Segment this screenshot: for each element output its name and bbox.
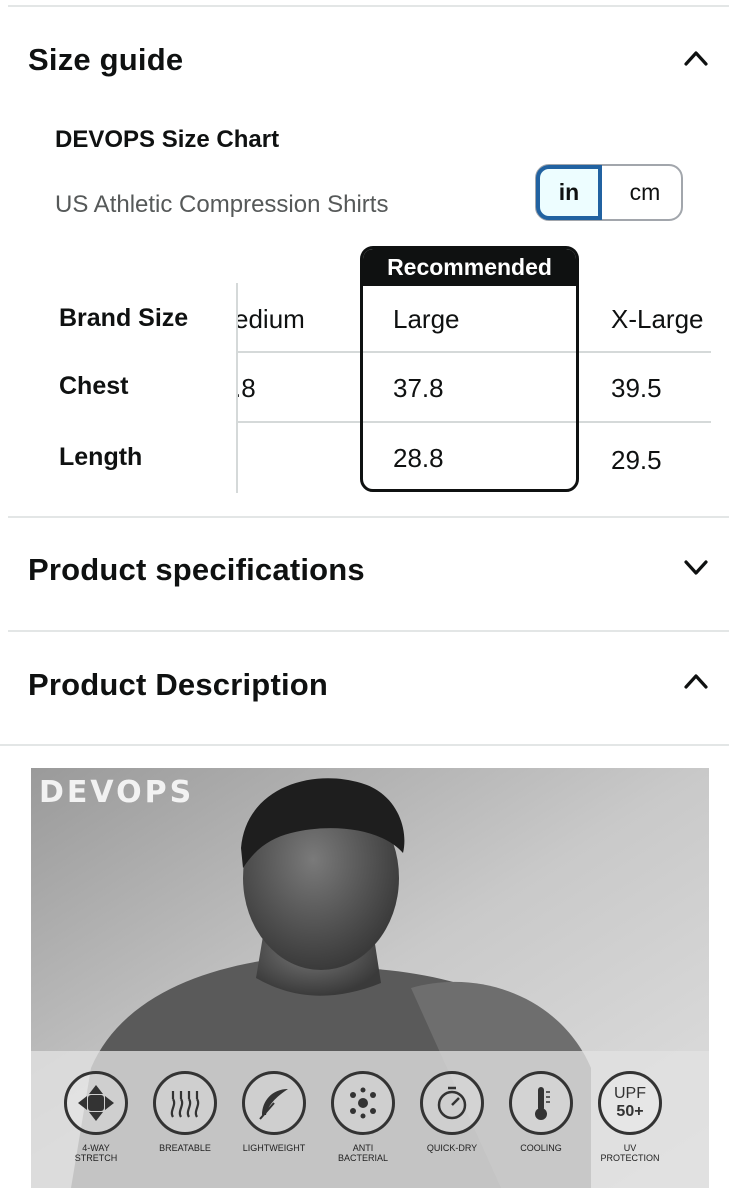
feature-label: ANTI BACTERIAL	[337, 1143, 388, 1163]
product-specifications-header[interactable]: Product specifications	[0, 540, 729, 600]
feature-label: BREATABLE	[159, 1143, 211, 1153]
antibacterial-icon	[331, 1071, 395, 1135]
upf-badge-line1: UPF	[614, 1085, 646, 1102]
chest-medium: .8	[238, 373, 256, 403]
stopwatch-icon	[420, 1071, 484, 1135]
product-specifications-title: Product specifications	[28, 552, 365, 587]
unit-cm-button[interactable]: cm	[607, 166, 683, 219]
product-description-title: Product Description	[28, 667, 329, 702]
four-way-arrows-icon	[64, 1071, 128, 1135]
size-medium: edium	[238, 304, 305, 334]
recommended-badge: Recommended	[363, 249, 576, 286]
feature-uv-protection: UPF 50+ UV PROTECTION	[585, 1071, 675, 1163]
feature-label: UV PROTECTION	[600, 1143, 660, 1163]
size-guide-title: Size guide	[28, 42, 184, 77]
feature-label: LIGHTWEIGHT	[242, 1143, 306, 1153]
upf-badge-line2: 50+	[616, 1103, 644, 1120]
size-large: Large	[393, 304, 460, 334]
section-divider	[8, 630, 729, 632]
feature-stretch: 4-WAY STRETCH	[51, 1071, 141, 1163]
devops-logo: DEVOPS	[39, 775, 194, 810]
feature-breathable: BREATABLE	[140, 1071, 230, 1153]
size-table-scroll[interactable]: edium .8 Recommended Large 37.8 28.8 X-L…	[238, 246, 711, 496]
feature-quick-dry: QUICK-DRY	[407, 1071, 497, 1153]
row-label-length: Length	[59, 443, 143, 471]
chevron-up-icon[interactable]	[681, 667, 711, 697]
section-divider	[0, 744, 729, 746]
chevron-down-icon[interactable]	[681, 552, 711, 582]
top-divider	[8, 5, 729, 7]
row-label-chest: Chest	[59, 372, 129, 400]
feature-label: 4-WAY STRETCH	[74, 1143, 118, 1163]
thermometer-icon	[509, 1071, 573, 1135]
size-chart-title: DEVOPS Size Chart	[55, 126, 280, 153]
unit-in-button[interactable]: in	[536, 165, 602, 220]
product-description-image: DEVOPS 4-WAY STRETCH BREATABLE LIGHTWEIG…	[31, 768, 709, 1188]
size-guide-header[interactable]: Size guide	[0, 30, 729, 90]
length-x-large: 29.5	[611, 445, 662, 475]
section-divider	[8, 516, 729, 518]
feature-label: COOLING	[520, 1143, 562, 1153]
unit-toggle: in cm	[535, 164, 683, 221]
row-label-brand-size: Brand Size	[59, 304, 189, 332]
feature-label: QUICK-DRY	[426, 1143, 478, 1153]
breathable-waves-icon	[153, 1071, 217, 1135]
product-description-header[interactable]: Product Description	[0, 655, 729, 715]
upf-badge-icon: UPF 50+	[598, 1071, 662, 1135]
feather-icon	[242, 1071, 306, 1135]
feature-cooling: COOLING	[496, 1071, 586, 1153]
size-x-large: X-Large	[611, 304, 704, 334]
feature-icons-band: 4-WAY STRETCH BREATABLE LIGHTWEIGHT ANTI…	[31, 1051, 709, 1188]
length-large: 28.8	[393, 443, 444, 473]
size-chart-subtitle: US Athletic Compression Shirts	[55, 191, 389, 218]
feature-antibacterial: ANTI BACTERIAL	[318, 1071, 408, 1163]
feature-lightweight: LIGHTWEIGHT	[229, 1071, 319, 1153]
chest-large: 37.8	[393, 373, 444, 403]
chest-x-large: 39.5	[611, 373, 662, 403]
chevron-up-icon[interactable]	[681, 44, 711, 74]
